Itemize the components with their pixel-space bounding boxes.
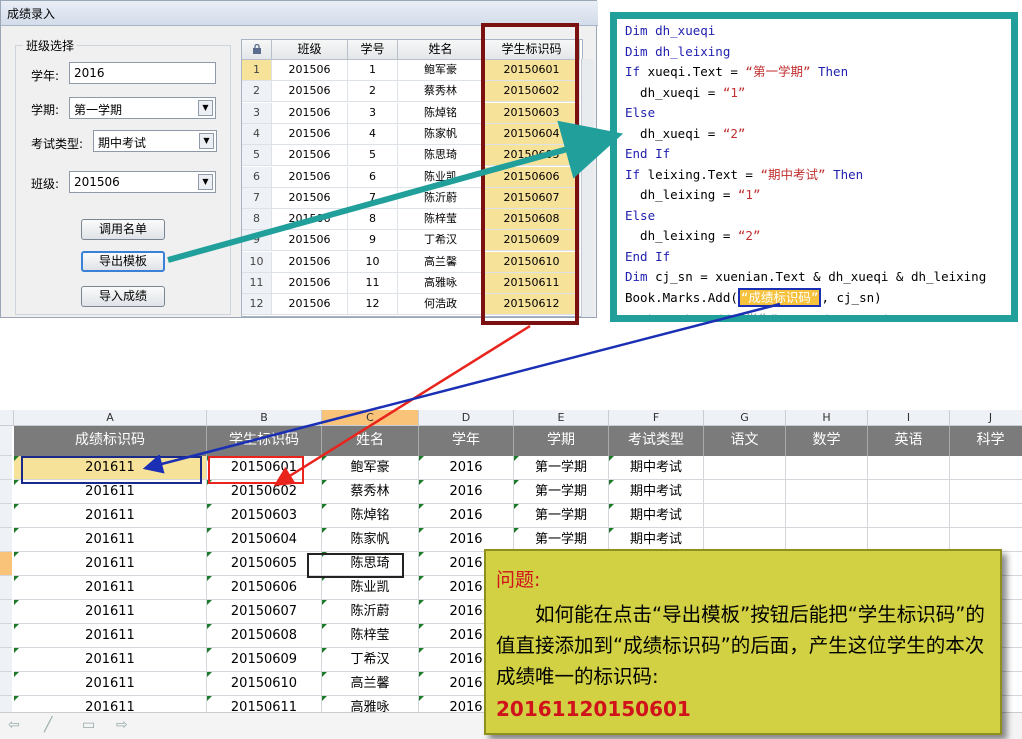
- question-body: 如何能在点击“导出模板”按钮后能把“学生标识码”的值直接添加到“成绩标识码”的后…: [496, 603, 985, 688]
- red-arrow: [273, 324, 531, 486]
- question-box: 问题: 如何能在点击“导出模板”按钮后能把“学生标识码”的值直接添加到“成绩标识…: [484, 549, 1002, 735]
- question-title: 问题:: [496, 569, 541, 591]
- teal-arrow: [167, 120, 624, 263]
- blue-arrow: [142, 302, 781, 474]
- question-answer: 20161120150601: [496, 697, 691, 721]
